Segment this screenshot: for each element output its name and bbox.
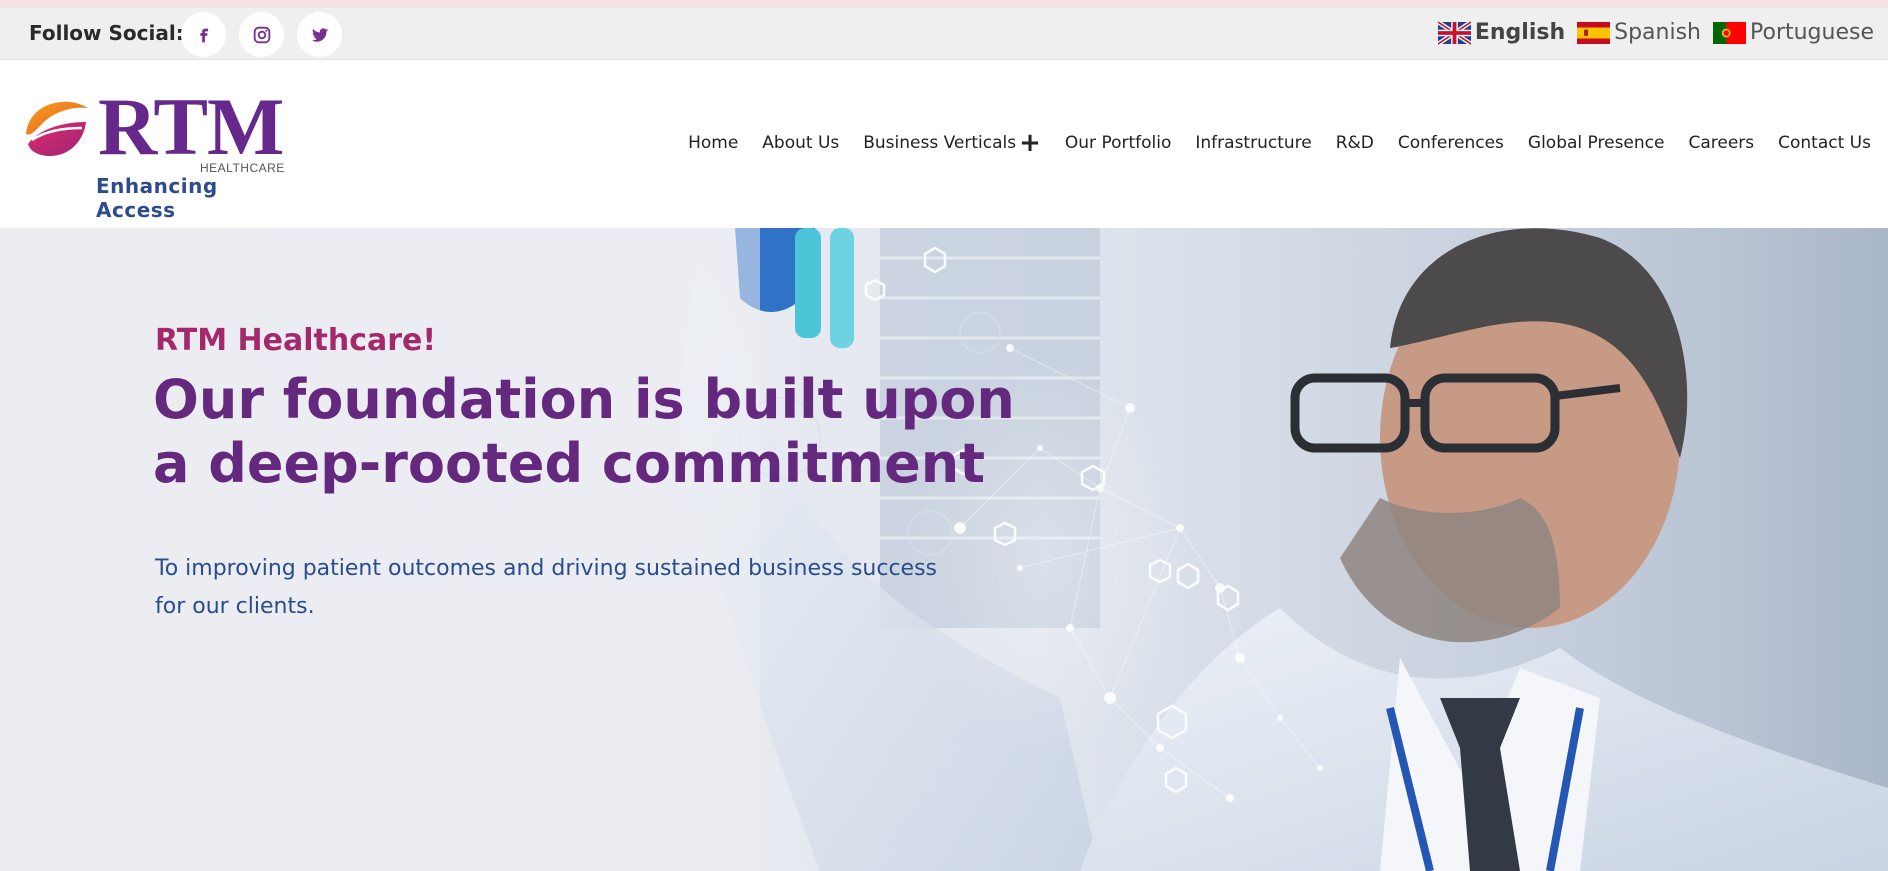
nav-our-portfolio[interactable]: Our Portfolio [1065,133,1171,153]
site-header: RTM HEALTHCARE Enhancing Access Home Abo… [0,60,1888,228]
rtm-logo[interactable]: RTM HEALTHCARE Enhancing Access [22,84,292,222]
logo-brand: RTM [98,81,284,172]
facebook-icon [199,28,208,42]
expand-plus-icon[interactable]: + [1019,130,1041,156]
hero-kicker: RTM Healthcare! [155,323,437,358]
hero-banner: RTM Healthcare! Our foundation is built … [0,228,1888,871]
nav-careers[interactable]: Careers [1688,133,1754,153]
hero-subtext: To improving patient outcomes and drivin… [155,556,937,619]
logo-swoosh-icon [26,101,88,156]
language-label: Spanish [1614,20,1701,45]
language-switcher: English Spanish Portuguese [1426,20,1874,45]
logo-subtitle: HEALTHCARE [200,161,285,175]
nav-business-verticals[interactable]: Business Verticals + [863,130,1041,156]
facebook-link[interactable] [181,12,226,57]
nav-about-us[interactable]: About Us [762,133,839,153]
instagram-icon [253,26,270,43]
nav-home[interactable]: Home [688,133,738,153]
instagram-link[interactable] [239,12,284,57]
logo-tagline: Enhancing Access [96,174,218,222]
nav-rnd[interactable]: R&D [1336,133,1374,153]
uk-flag-icon [1437,20,1471,45]
language-label: Portuguese [1750,20,1874,45]
nav-global-presence[interactable]: Global Presence [1528,133,1665,153]
language-label: English [1474,20,1566,45]
follow-social-label: Follow Social: [29,21,184,45]
main-nav: Home About Us Business Verticals + Our P… [664,130,1871,156]
nav-conferences[interactable]: Conferences [1398,133,1504,153]
nav-contact-us[interactable]: Contact Us [1778,133,1871,153]
twitter-link[interactable] [297,12,342,57]
portugal-flag-icon [1713,21,1746,44]
language-english[interactable]: English [1437,20,1566,45]
language-spanish[interactable]: Spanish [1577,20,1701,45]
spain-flag-icon [1577,21,1611,44]
language-portuguese[interactable]: Portuguese [1713,20,1874,45]
twitter-icon [311,27,328,42]
top-bar: Follow Social: English Spanish Portugues… [0,0,1888,60]
nav-infrastructure[interactable]: Infrastructure [1195,133,1311,153]
nav-business-verticals-label: Business Verticals [863,133,1017,153]
hero-headline: Our foundation is built upon a deep-root… [153,368,1015,495]
